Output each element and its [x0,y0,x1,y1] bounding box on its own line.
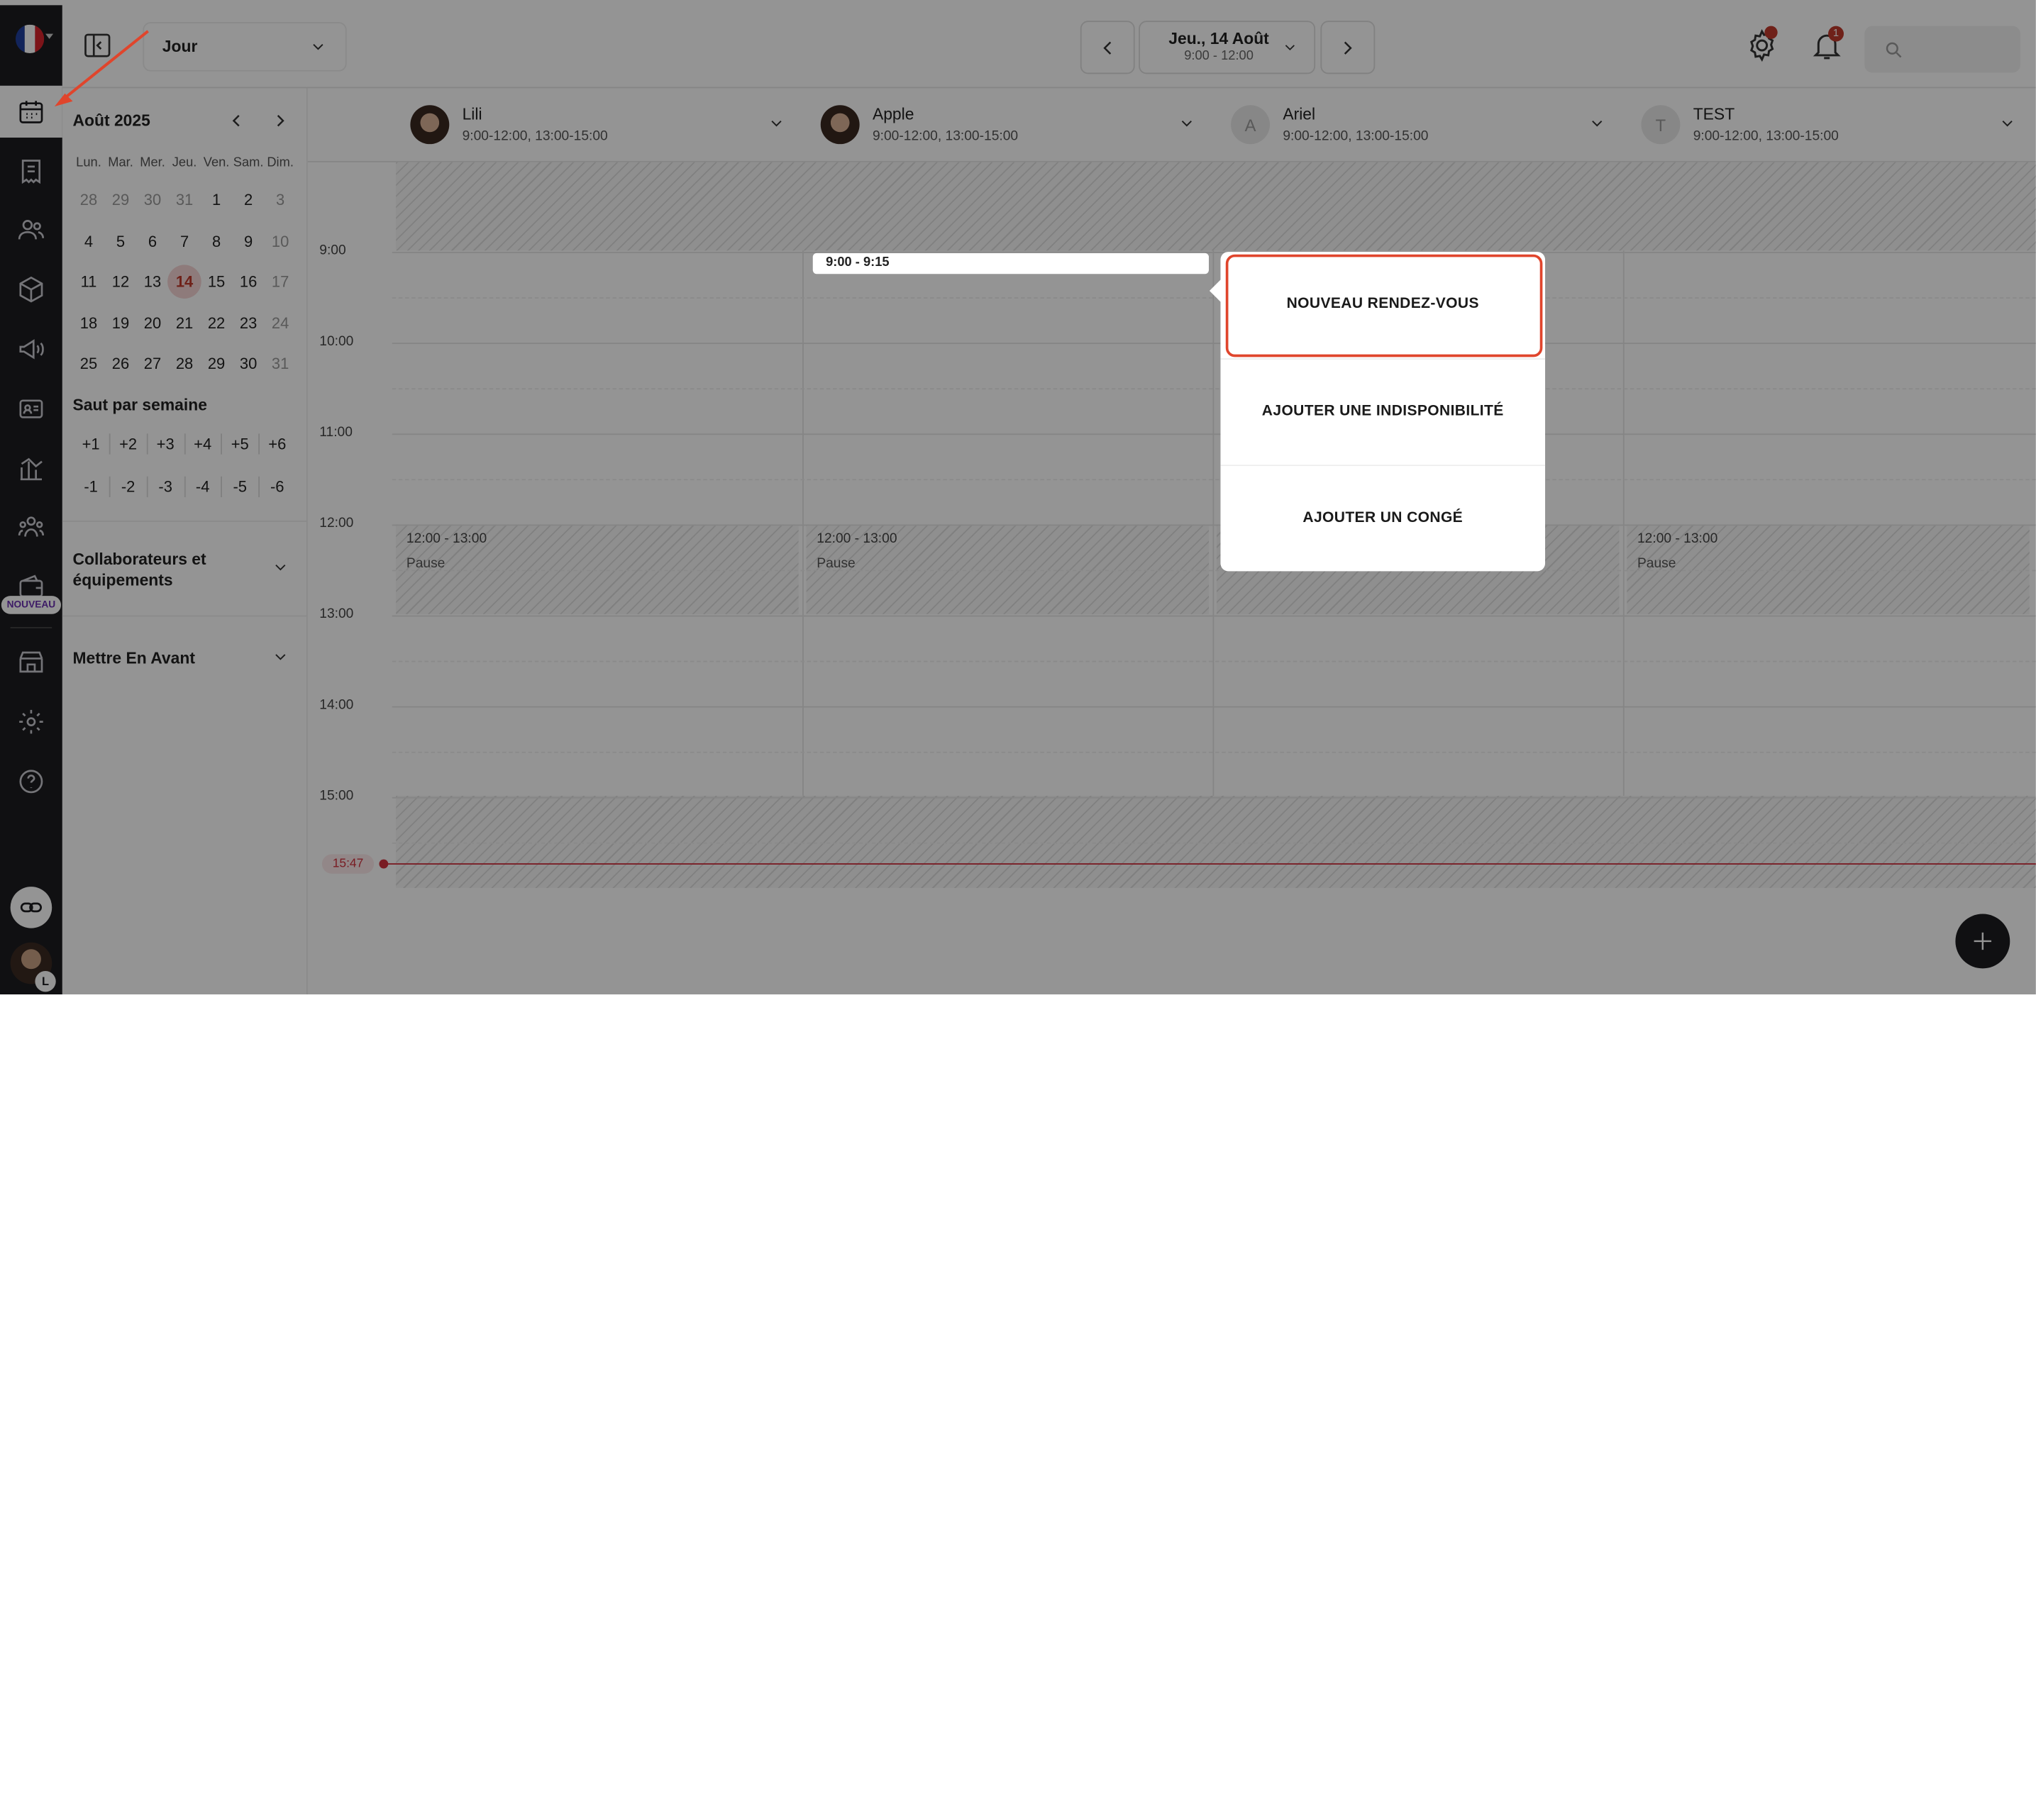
popup-divider [1220,465,1546,467]
popup-divider [1220,358,1546,360]
selected-slot: 9:00 - 9:15 [812,253,1209,274]
app-window: NOUVEAU L Jour Jeu., 14 Août 9:00 - 12:0… [0,0,2036,994]
add-unavailability-option[interactable]: AJOUTER UNE INDISPONIBILITÉ [1220,404,1545,419]
modal-overlay[interactable] [0,0,2036,994]
annotation-arrow [54,30,149,107]
highlight-box [1225,254,1543,357]
add-leave-option[interactable]: AJOUTER UN CONGÉ [1220,510,1545,526]
